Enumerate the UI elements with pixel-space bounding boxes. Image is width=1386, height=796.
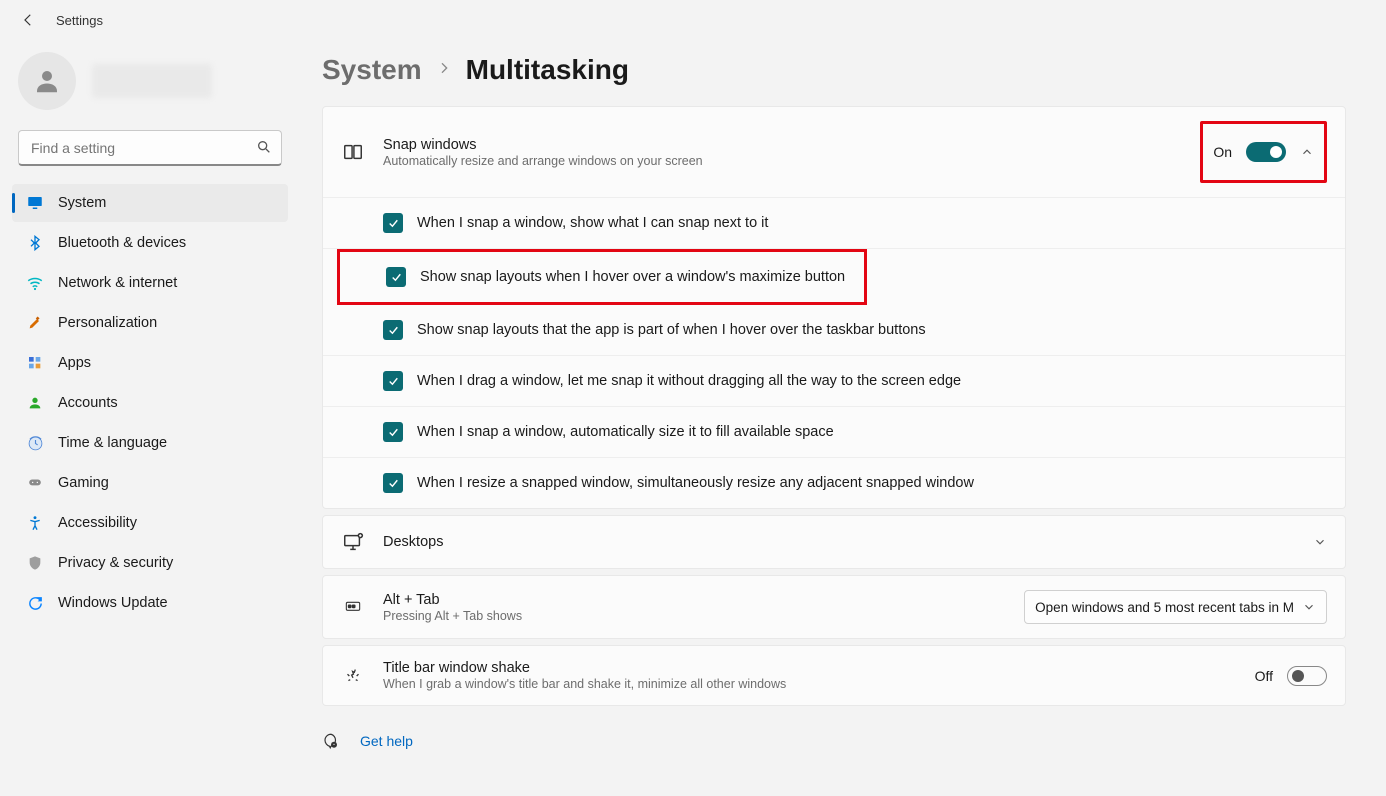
sidebar-item-label: Bluetooth & devices bbox=[58, 235, 186, 251]
sidebar-item-accounts[interactable]: Accounts bbox=[12, 384, 288, 422]
checkbox[interactable] bbox=[383, 422, 403, 442]
snap-layout-icon bbox=[341, 140, 365, 164]
snap-option-row: Show snap layouts when I hover over a wi… bbox=[337, 249, 867, 305]
sidebar-item-label: Personalization bbox=[58, 315, 157, 331]
bluetooth-icon bbox=[26, 234, 44, 252]
search-icon bbox=[256, 139, 272, 155]
get-help-link[interactable]: Get help bbox=[322, 732, 1346, 750]
sidebar-item-label: Accounts bbox=[58, 395, 118, 411]
snap-option-label: When I snap a window, show what I can sn… bbox=[417, 215, 768, 231]
snap-subtitle: Automatically resize and arrange windows… bbox=[383, 154, 1182, 168]
snap-option-label: Show snap layouts that the app is part o… bbox=[417, 322, 926, 338]
sidebar-item-label: Time & language bbox=[58, 435, 167, 451]
profile-block[interactable] bbox=[12, 48, 288, 130]
sidebar: System Bluetooth & devices Network & inter… bbox=[0, 40, 300, 792]
snap-option-label: When I resize a snapped window, simultan… bbox=[417, 475, 974, 491]
accessibility-icon bbox=[26, 514, 44, 532]
brush-icon bbox=[26, 314, 44, 332]
shake-title: Title bar window shake bbox=[383, 660, 1237, 676]
update-icon bbox=[26, 594, 44, 612]
main-content: System Multitasking Snap windows Automat… bbox=[300, 40, 1386, 792]
shake-card: Title bar window shake When I grab a win… bbox=[322, 645, 1346, 706]
checkbox[interactable] bbox=[383, 213, 403, 233]
chevron-up-icon[interactable] bbox=[1300, 145, 1314, 159]
snap-option-label: Show snap layouts when I hover over a wi… bbox=[420, 269, 845, 285]
breadcrumb: System Multitasking bbox=[322, 54, 1346, 86]
get-help-label: Get help bbox=[360, 733, 413, 749]
gamepad-icon bbox=[26, 474, 44, 492]
shake-subtitle: When I grab a window's title bar and sha… bbox=[383, 677, 1237, 691]
search-box bbox=[18, 130, 282, 166]
alttab-card: Alt + Tab Pressing Alt + Tab shows Open … bbox=[322, 575, 1346, 639]
sidebar-item-apps[interactable]: Apps bbox=[12, 344, 288, 382]
back-button[interactable] bbox=[18, 10, 38, 30]
alttab-dropdown[interactable]: Open windows and 5 most recent tabs in M bbox=[1024, 590, 1327, 624]
profile-name-blur bbox=[92, 64, 212, 98]
alttab-icon bbox=[341, 595, 365, 619]
sidebar-item-label: Apps bbox=[58, 355, 91, 371]
snap-toggle[interactable] bbox=[1246, 142, 1286, 162]
sidebar-item-label: Network & internet bbox=[58, 275, 177, 291]
sidebar-item-windows-update[interactable]: Windows Update bbox=[12, 584, 288, 622]
snap-toggle-highlight: On bbox=[1200, 121, 1327, 183]
desktops-icon bbox=[341, 530, 365, 554]
shake-icon bbox=[341, 664, 365, 688]
sidebar-item-bluetooth-devices[interactable]: Bluetooth & devices bbox=[12, 224, 288, 262]
sidebar-item-label: Accessibility bbox=[58, 515, 137, 531]
sidebar-item-personalization[interactable]: Personalization bbox=[12, 304, 288, 342]
sidebar-item-label: Privacy & security bbox=[58, 555, 173, 571]
search-input[interactable] bbox=[18, 130, 282, 166]
alttab-subtitle: Pressing Alt + Tab shows bbox=[383, 609, 1006, 623]
apps-icon bbox=[26, 354, 44, 372]
snap-option-row: When I snap a window, show what I can sn… bbox=[323, 198, 1345, 249]
app-title: Settings bbox=[56, 13, 103, 28]
sidebar-item-label: Windows Update bbox=[58, 595, 168, 611]
snap-windows-card: Snap windows Automatically resize and ar… bbox=[322, 106, 1346, 509]
sidebar-item-network-internet[interactable]: Network & internet bbox=[12, 264, 288, 302]
chevron-right-icon bbox=[436, 59, 452, 82]
checkbox[interactable] bbox=[383, 320, 403, 340]
sidebar-item-privacy-security[interactable]: Privacy & security bbox=[12, 544, 288, 582]
sidebar-item-label: System bbox=[58, 195, 106, 211]
snap-option-row: When I snap a window, automatically size… bbox=[323, 407, 1345, 458]
snap-option-label: When I snap a window, automatically size… bbox=[417, 424, 834, 440]
avatar bbox=[18, 52, 76, 110]
desktops-card[interactable]: Desktops bbox=[322, 515, 1346, 569]
display-icon bbox=[26, 194, 44, 212]
chevron-down-icon bbox=[1302, 600, 1316, 614]
shake-toggle-label: Off bbox=[1255, 668, 1273, 684]
person-icon bbox=[26, 394, 44, 412]
checkbox[interactable] bbox=[383, 371, 403, 391]
clock-icon bbox=[26, 434, 44, 452]
shake-toggle[interactable] bbox=[1287, 666, 1327, 686]
wifi-icon bbox=[26, 274, 44, 292]
shield-icon bbox=[26, 554, 44, 572]
breadcrumb-parent[interactable]: System bbox=[322, 54, 422, 86]
snap-toggle-label: On bbox=[1213, 144, 1232, 160]
sidebar-item-system[interactable]: System bbox=[12, 184, 288, 222]
sidebar-item-accessibility[interactable]: Accessibility bbox=[12, 504, 288, 542]
checkbox[interactable] bbox=[386, 267, 406, 287]
alttab-dropdown-value: Open windows and 5 most recent tabs in M bbox=[1035, 600, 1294, 615]
desktops-title: Desktops bbox=[383, 534, 1295, 550]
sidebar-item-label: Gaming bbox=[58, 475, 109, 491]
snap-title: Snap windows bbox=[383, 137, 1182, 153]
sidebar-item-time-language[interactable]: Time & language bbox=[12, 424, 288, 462]
snap-option-row: When I resize a snapped window, simultan… bbox=[323, 458, 1345, 508]
help-icon bbox=[322, 732, 340, 750]
breadcrumb-current: Multitasking bbox=[466, 54, 629, 86]
alttab-title: Alt + Tab bbox=[383, 592, 1006, 608]
snap-windows-header[interactable]: Snap windows Automatically resize and ar… bbox=[323, 107, 1345, 197]
checkbox[interactable] bbox=[383, 473, 403, 493]
snap-option-row: Show snap layouts that the app is part o… bbox=[323, 305, 1345, 356]
chevron-down-icon[interactable] bbox=[1313, 535, 1327, 549]
sidebar-item-gaming[interactable]: Gaming bbox=[12, 464, 288, 502]
snap-option-row: When I drag a window, let me snap it wit… bbox=[323, 356, 1345, 407]
snap-option-label: When I drag a window, let me snap it wit… bbox=[417, 373, 961, 389]
